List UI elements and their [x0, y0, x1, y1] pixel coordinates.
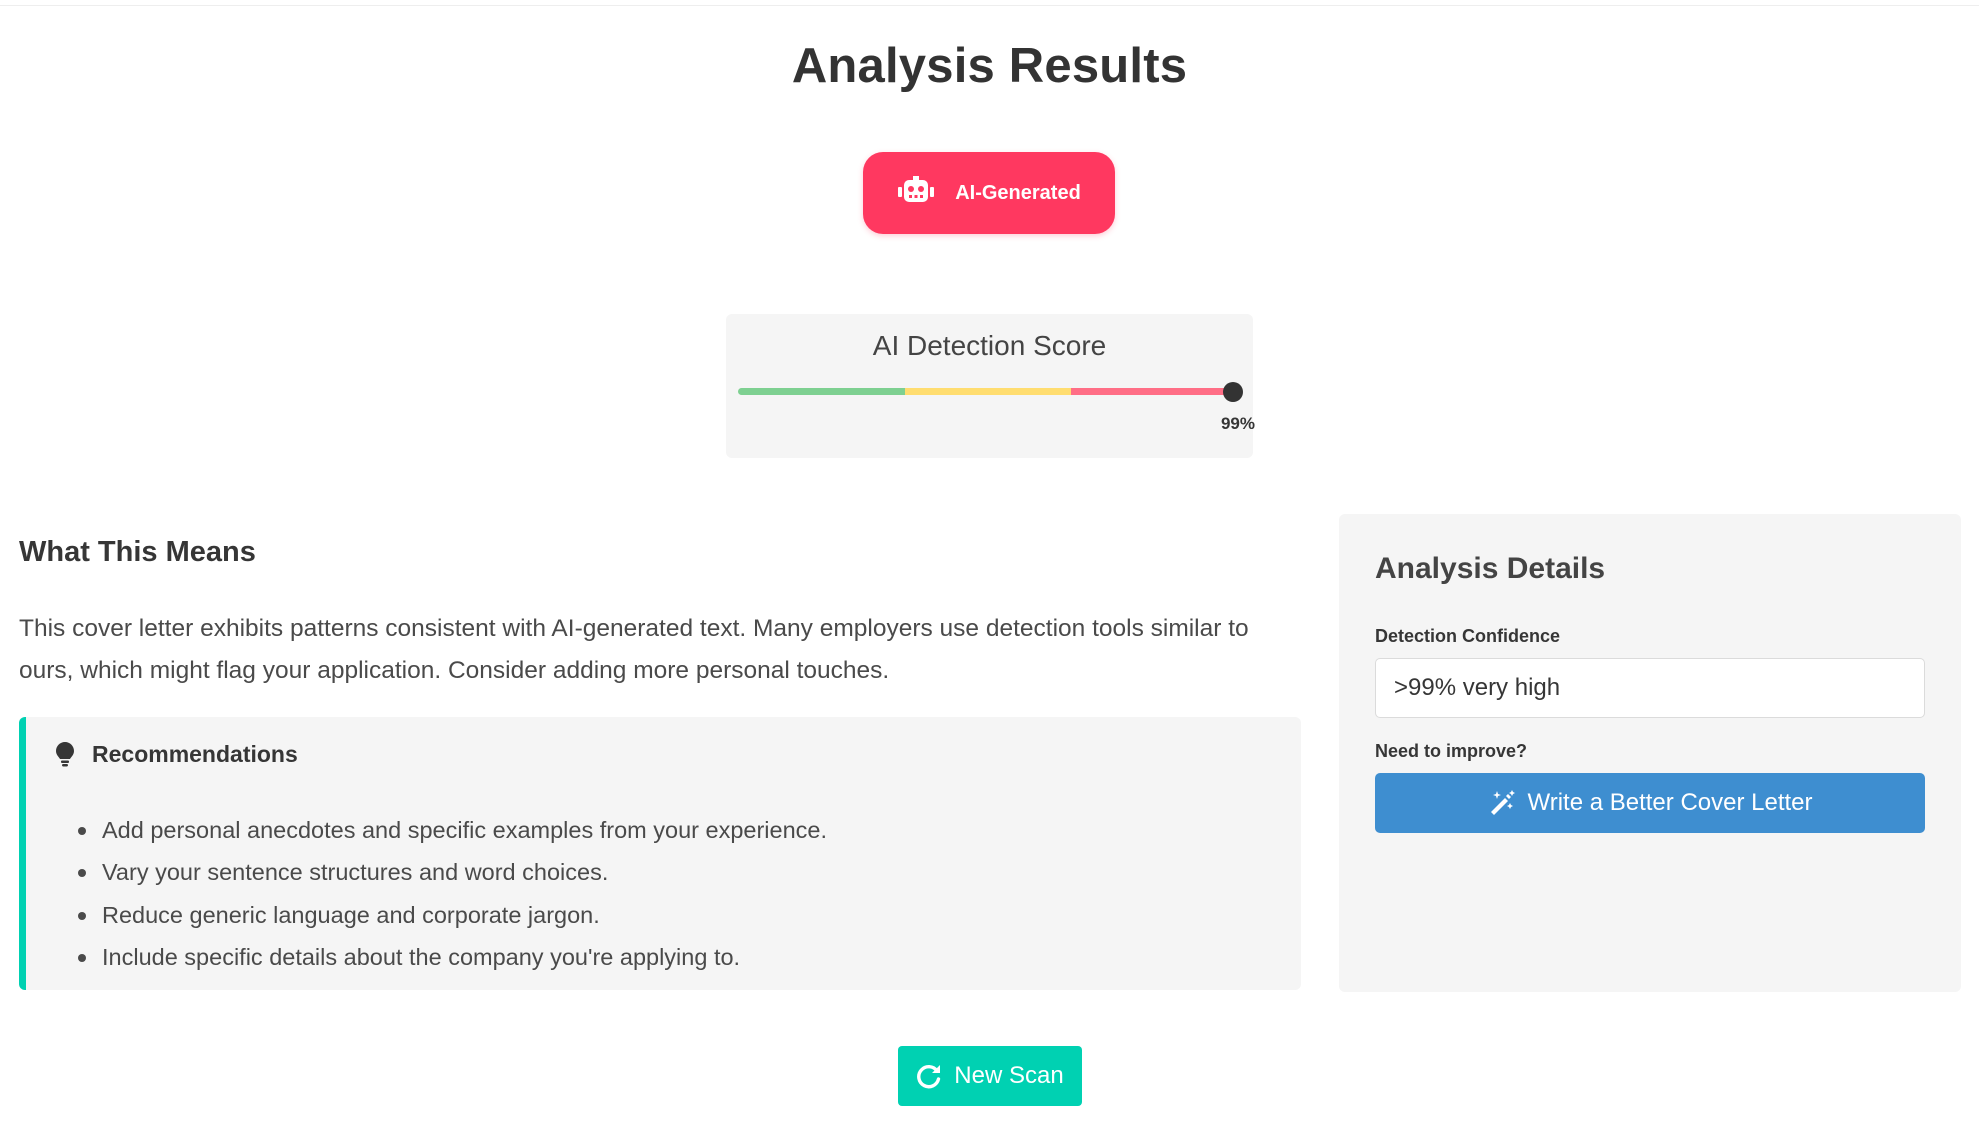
redo-icon: [916, 1063, 942, 1089]
score-segment-medium: [904, 388, 1072, 395]
analysis-details-card: Analysis Details Detection Confidence Ne…: [1339, 514, 1961, 992]
improve-label: Need to improve?: [1375, 741, 1528, 761]
score-value: 99%: [1220, 414, 1255, 433]
recommendations-header: Recommendations: [56, 741, 298, 768]
verdict-label: AI-Generated: [955, 181, 1081, 204]
score-segment-high: [1071, 388, 1238, 395]
new-scan-button[interactable]: New Scan: [898, 1046, 1082, 1106]
top-divider: [0, 0, 1979, 6]
write-better-cover-letter-button[interactable]: Write a Better Cover Letter: [1375, 773, 1925, 833]
explanation-text: This cover letter exhibits patterns cons…: [19, 615, 1249, 684]
write-better-label: Write a Better Cover Letter: [1527, 789, 1813, 816]
recommendations-list: Add personal anecdotes and specific exam…: [78, 809, 827, 978]
magic-wand-icon: [1488, 789, 1516, 817]
score-indicator: [1223, 382, 1243, 402]
score-card: AI Detection Score 99%: [726, 314, 1255, 458]
recommendations-title: Recommendations: [92, 741, 298, 767]
recommendation-item: Vary your sentence structures and word c…: [78, 851, 827, 893]
score-meter: [738, 388, 1238, 395]
score-title: AI Detection Score: [872, 330, 1107, 361]
recommendation-item: Include specific details about the compa…: [78, 936, 827, 978]
robot-icon: [897, 176, 935, 210]
recommendation-item: Reduce generic language and corporate ja…: [78, 894, 827, 936]
explanation-title: What This Means: [19, 536, 256, 568]
lightbulb-icon: [56, 741, 74, 768]
recommendation-item: Add personal anecdotes and specific exam…: [78, 809, 827, 851]
page-title: Analysis Results: [791, 39, 1188, 93]
verdict-badge: AI-Generated: [863, 152, 1115, 234]
confidence-field[interactable]: [1375, 658, 1925, 718]
recommendations-box: Recommendations Add personal anecdotes a…: [19, 717, 1301, 990]
new-scan-label: New Scan: [954, 1062, 1064, 1089]
confidence-label: Detection Confidence: [1375, 626, 1561, 646]
score-segment-low: [738, 388, 905, 395]
details-title: Analysis Details: [1375, 552, 1606, 585]
